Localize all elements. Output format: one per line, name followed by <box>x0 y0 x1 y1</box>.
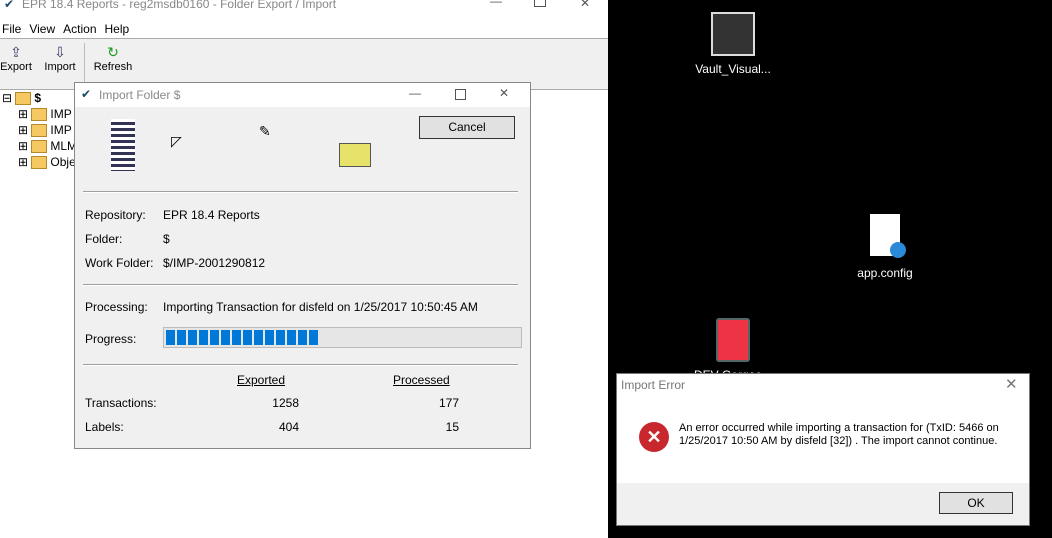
work-folder-value: $/IMP-2001290812 <box>163 256 266 270</box>
repository-label: Repository: <box>85 208 146 222</box>
divider <box>83 191 518 193</box>
maximize-button[interactable] <box>455 89 466 100</box>
import-icon: ⇩ <box>54 44 66 60</box>
folder-icon <box>31 140 48 154</box>
menu-file[interactable]: File <box>2 22 21 36</box>
minimize-button[interactable]: — <box>409 86 421 100</box>
source-tree-icon <box>111 119 135 171</box>
processed-header: Processed <box>393 373 450 387</box>
maximize-button[interactable] <box>534 0 546 7</box>
transactions-exported: 1258 <box>272 396 299 410</box>
desktop-icon-vault[interactable]: Vault_Visual... <box>683 12 783 76</box>
refresh-button[interactable]: ↻ Refresh <box>92 43 134 73</box>
export-label: Export <box>0 61 32 73</box>
cabinet-icon <box>716 318 750 362</box>
tree-item[interactable]: ⊞ IMP <box>18 106 72 122</box>
import-folder-dialog: ✔ Import Folder $ — ✕ ◸ ✎ Cancel Reposit… <box>74 82 531 449</box>
app-logo-icon: ✔ <box>4 0 15 11</box>
tree-item[interactable]: ⊞ Obje <box>18 154 76 170</box>
ok-button[interactable]: OK <box>939 492 1013 514</box>
desktop-icon-label: app.config <box>857 266 913 280</box>
folder-icon <box>31 124 48 138</box>
progress-bar <box>163 327 522 348</box>
labels-exported: 404 <box>278 420 299 434</box>
desktop-icon-app-config[interactable]: app.config <box>835 214 935 280</box>
folder-value: $ <box>163 232 170 246</box>
progress-label: Progress: <box>85 332 137 346</box>
export-button[interactable]: ⇪ Export <box>0 43 32 73</box>
processing-value: Importing Transaction for disfeld on 1/2… <box>163 300 478 314</box>
vault-app-icon <box>711 12 755 56</box>
progress-fill <box>166 330 320 345</box>
folder-open-icon <box>15 92 32 106</box>
folder-icon <box>31 156 48 170</box>
divider <box>83 284 518 286</box>
dialog-titlebar: ✔ Import Folder $ — ✕ <box>75 83 530 107</box>
menu-bar: File View Action Help <box>0 20 608 38</box>
tree-item-label: IMP <box>50 107 72 121</box>
divider <box>83 364 518 366</box>
tree-item[interactable]: ⊞ MLM <box>18 138 77 154</box>
error-message: An error occurred while importing a tran… <box>679 422 999 447</box>
refresh-label: Refresh <box>93 61 133 73</box>
exported-header: Exported <box>237 373 286 387</box>
toolbar-divider <box>84 43 85 83</box>
repository-value: EPR 18.4 Reports <box>163 208 260 222</box>
labels-processed: 15 <box>445 420 459 434</box>
paper-fly-icon: ◸ <box>171 133 182 149</box>
close-button[interactable]: ✕ <box>580 0 590 10</box>
desktop-icon-label: Vault_Visual... <box>695 62 771 76</box>
window-title: EPR 18.4 Reports - reg2msdb0160 - Folder… <box>22 0 337 11</box>
dialog-title: Import Folder $ <box>99 88 181 102</box>
tree-item-label: IMP <box>50 123 72 137</box>
paper-fly-icon: ✎ <box>259 123 271 139</box>
labels-label: Labels: <box>85 420 124 434</box>
tree-root[interactable]: ⊟ $ <box>2 90 41 106</box>
refresh-icon: ↻ <box>107 44 119 60</box>
minimize-button[interactable]: — <box>490 0 502 8</box>
menu-view[interactable]: View <box>29 22 55 36</box>
config-file-icon <box>870 214 906 258</box>
tree-item[interactable]: ⊞ IMP <box>18 122 72 138</box>
import-button[interactable]: ⇩ Import <box>44 43 76 73</box>
import-label: Import <box>44 61 76 73</box>
tree-item-label: Obje <box>50 155 76 169</box>
processing-label: Processing: <box>85 300 148 314</box>
transactions-label: Transactions: <box>85 396 157 410</box>
destination-folder-icon <box>339 143 371 167</box>
menu-action[interactable]: Action <box>63 22 96 36</box>
error-dialog-title: Import Error <box>621 378 686 392</box>
export-icon: ⇪ <box>10 44 22 60</box>
close-button[interactable]: ✕ <box>499 86 509 100</box>
app-logo-icon: ✔ <box>81 87 92 101</box>
tree-root-label: $ <box>34 91 42 105</box>
close-button[interactable]: ✕ <box>1005 375 1018 393</box>
import-error-dialog: Import Error ✕ ✕ An error occurred while… <box>616 373 1030 526</box>
main-titlebar: ✔ EPR 18.4 Reports - reg2msdb0160 - Fold… <box>0 0 608 14</box>
cancel-button[interactable]: Cancel <box>419 116 515 139</box>
folder-label: Folder: <box>85 232 123 246</box>
work-folder-label: Work Folder: <box>85 256 154 270</box>
menu-help[interactable]: Help <box>105 22 130 36</box>
folder-icon <box>31 108 48 122</box>
error-icon: ✕ <box>639 422 669 452</box>
transactions-processed: 177 <box>438 396 459 410</box>
